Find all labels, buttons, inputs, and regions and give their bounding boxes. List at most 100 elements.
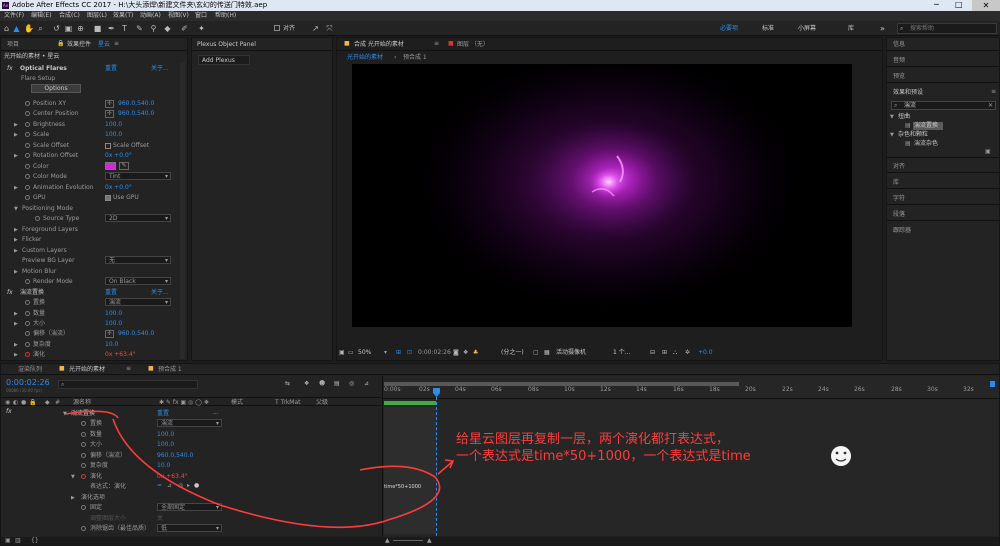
snap-option-icon[interactable]: ↗ (311, 24, 320, 33)
type-tool-icon[interactable]: T (120, 24, 129, 33)
expand-arrow-icon[interactable]: ▶ (14, 153, 18, 159)
panel-menu-icon[interactable]: ≡ (434, 41, 439, 47)
panel-menu-icon[interactable]: ≡ (114, 41, 119, 47)
prop-amount-value[interactable]: 100.0 (105, 311, 122, 317)
menu-view[interactable]: 视图(V) (168, 13, 189, 19)
libraries-panel-tab[interactable]: 库 (893, 180, 899, 186)
stopwatch-icon[interactable] (81, 463, 86, 468)
timeline-search-box[interactable]: ⌕ (58, 380, 198, 389)
close-button[interactable]: ✕ (972, 0, 1000, 11)
audio-panel-tab[interactable]: 音频 (893, 58, 905, 64)
time-ruler[interactable]: 0:00s 02s 04s 06s 08s 10s 12s 14s 16s 18… (383, 387, 1000, 399)
row-pinning-dropdown[interactable]: 全部固定 ▾ (157, 503, 222, 511)
row-antialias-dropdown[interactable]: 低 ▾ (157, 524, 222, 532)
timeline-track-area[interactable] (384, 407, 436, 534)
clone-tool-icon[interactable]: ⚲ (149, 24, 158, 33)
layer-duration-bar[interactable] (384, 401, 436, 405)
motion-blur-icon[interactable]: ◎ (349, 381, 354, 387)
work-area-bar[interactable] (384, 382, 739, 386)
fast-preview-icon[interactable]: ⊟ (650, 350, 655, 356)
prop-size-value[interactable]: 100.0 (105, 321, 122, 327)
row-complexity-value[interactable]: 10.0 (157, 463, 170, 469)
crosshair-icon[interactable]: ✛ (105, 100, 114, 108)
stopwatch-icon[interactable] (25, 311, 30, 316)
timeline-icon[interactable]: ⊞ (662, 350, 667, 356)
preview-bg-dropdown[interactable]: 无 ▾ (105, 256, 171, 264)
reset-exposure-icon[interactable]: ✲ (685, 350, 690, 356)
tab-composition[interactable]: 合成 光开始的素材 (354, 42, 404, 48)
prop-brightness-value[interactable]: 100.0 (105, 122, 122, 128)
camera-tool-icon[interactable]: ▣ (64, 24, 73, 33)
stopwatch-icon[interactable] (25, 185, 30, 190)
stopwatch-icon[interactable] (81, 421, 86, 426)
minimize-button[interactable]: ─ (934, 1, 939, 9)
stopwatch-icon[interactable] (25, 153, 30, 158)
draft-3d-icon[interactable]: ❖ (304, 381, 309, 387)
monitor-icon[interactable]: ▭ (348, 350, 354, 356)
gpu-checkbox[interactable] (105, 195, 111, 201)
prop-evolution-value[interactable]: 0x +63.4° (105, 352, 136, 358)
menu-file[interactable]: 文件(F) (4, 13, 24, 19)
timeline-timecode[interactable]: 0:00:02:26 (6, 379, 50, 387)
panel-menu-icon[interactable]: ≡ (991, 89, 996, 95)
clear-search-icon[interactable]: ✕ (988, 103, 993, 109)
align-panel-tab[interactable]: 对齐 (893, 164, 905, 170)
fx-turbulent-displace[interactable]: 湍流置换 (20, 290, 44, 296)
camera-snapshot-icon[interactable]: ◙ (453, 350, 459, 356)
maximize-button[interactable]: □ (955, 1, 963, 9)
zoom-dropdown[interactable]: 50% (358, 350, 371, 356)
render-mode-dropdown[interactable]: On Black ▾ (105, 277, 171, 285)
color-swatch[interactable] (105, 162, 116, 170)
workspace-more-icon[interactable]: » (880, 25, 885, 33)
collapse-arrow-icon[interactable]: ▼ (14, 206, 18, 212)
fx-optical-flares[interactable]: Optical Flares (20, 66, 67, 72)
preview-panel-tab[interactable]: 预览 (893, 74, 905, 80)
row-resize-value[interactable]: 关 (157, 516, 163, 522)
source-type-dropdown[interactable]: 2D ▾ (105, 214, 171, 222)
menu-composition[interactable]: 合成(C) (59, 13, 80, 19)
row-offset-value[interactable]: 960.0,540.0 (157, 453, 193, 459)
zoom-in-icon[interactable]: ▲ (427, 538, 432, 544)
workspace-library[interactable]: 库 (848, 26, 854, 32)
stopwatch-icon[interactable] (81, 474, 86, 479)
expression-code[interactable]: time*50+1000 (384, 485, 421, 490)
menu-edit[interactable]: 编辑(E) (31, 13, 51, 19)
rotate-tool-icon[interactable]: ↺ (52, 24, 61, 33)
stopwatch-icon[interactable] (81, 505, 86, 510)
panel-menu-icon[interactable]: ≡ (126, 366, 131, 372)
prop-rotation-value[interactable]: 0x +0.0° (105, 153, 132, 159)
expand-arrow-icon[interactable]: ▶ (14, 248, 18, 254)
category-distort[interactable]: 扭曲 (898, 114, 910, 120)
stopwatch-icon[interactable] (25, 195, 30, 200)
rectangle-tool-icon[interactable]: ■ (93, 24, 102, 33)
stopwatch-icon[interactable] (25, 342, 30, 347)
row-displace-dropdown[interactable]: 湍流 ▾ (157, 419, 222, 427)
category-noise-grain[interactable]: 杂色和颗粒 (898, 132, 928, 138)
comp-subtab-precomp[interactable]: 预合成 1 (403, 55, 427, 61)
magnifier-icon[interactable]: ▣ (339, 350, 345, 356)
tab-project[interactable]: 项目 (7, 42, 19, 48)
graph-editor-icon[interactable]: ⊿ (364, 381, 369, 387)
prop-offset-value[interactable]: 960.0,540.0 (118, 331, 154, 337)
stopwatch-icon[interactable] (81, 453, 86, 458)
scrollbar[interactable] (180, 62, 185, 359)
effects-search-input[interactable]: 湍流 (904, 103, 916, 109)
expression-play-icon[interactable]: ● (194, 483, 199, 489)
expand-arrow-icon[interactable]: ▶ (14, 342, 18, 348)
mode-header[interactable]: 模式 (231, 400, 243, 406)
collapse-arrow-icon[interactable]: ▼ (71, 474, 75, 480)
stopwatch-icon[interactable] (81, 442, 86, 447)
expand-arrow-icon[interactable]: ▶ (14, 132, 18, 138)
expand-arrow-icon[interactable]: ▶ (14, 311, 18, 317)
composition-viewer[interactable] (352, 64, 852, 327)
character-panel-tab[interactable]: 字符 (893, 196, 905, 202)
collapse-arrow-icon[interactable]: ▼ (890, 132, 894, 138)
expression-enable-icon[interactable]: = (157, 483, 162, 489)
fx-reset-link[interactable]: 重置 (105, 66, 117, 72)
paragraph-panel-tab[interactable]: 段落 (893, 212, 905, 218)
collapse-arrow-icon[interactable]: ▼ (890, 114, 894, 120)
views-dropdown[interactable]: 1 个... (613, 350, 630, 356)
toggle-switches-icon[interactable]: ▣ (5, 538, 11, 544)
selection-tool-icon[interactable]: ▲ (12, 24, 21, 33)
displace-dropdown[interactable]: 湍流 ▾ (105, 298, 171, 306)
